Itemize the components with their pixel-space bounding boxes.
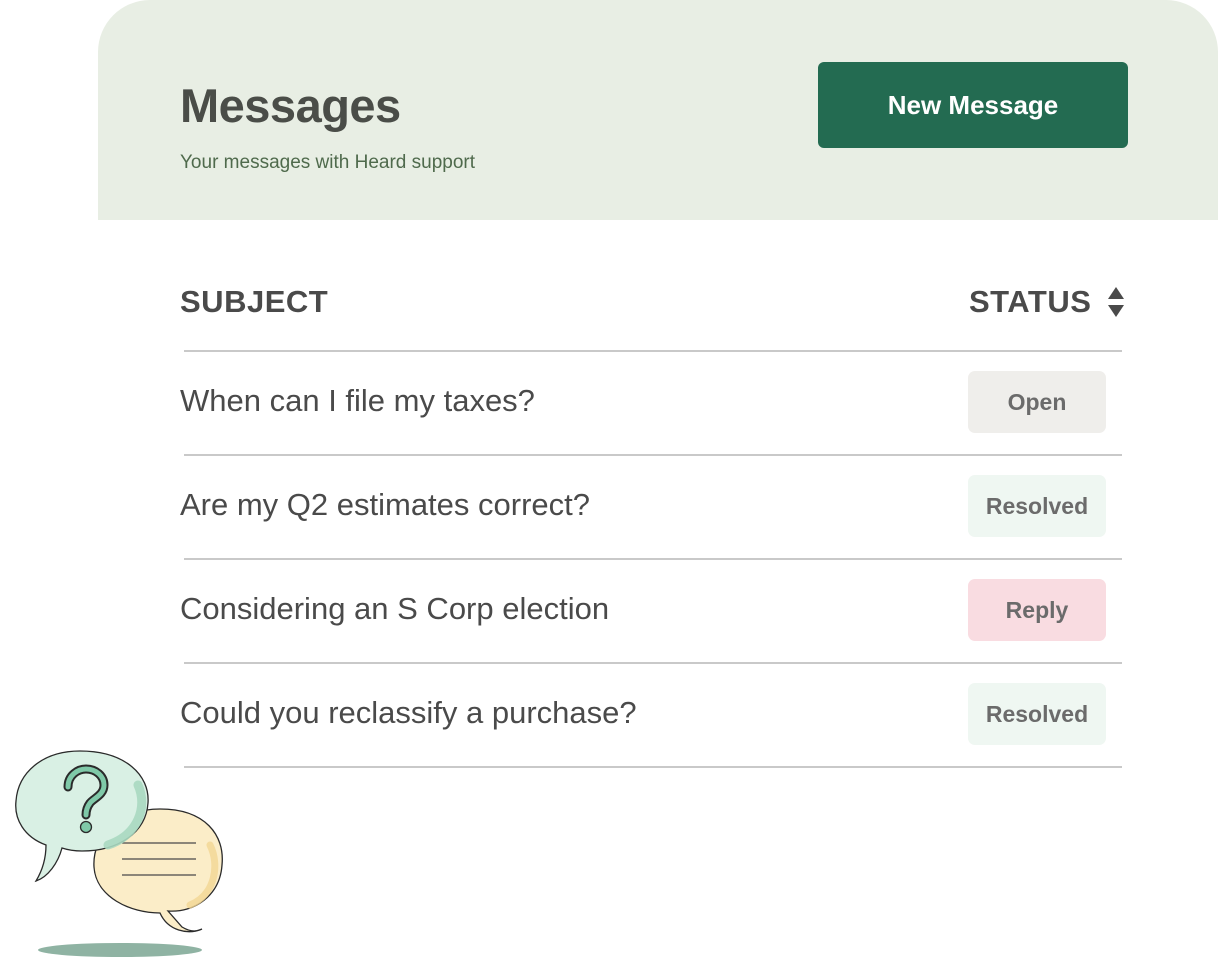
status-badge: Reply	[968, 579, 1106, 641]
table-row[interactable]: Are my Q2 estimates correct? Resolved	[180, 456, 1122, 560]
status-badge: Resolved	[968, 683, 1106, 745]
page-title: Messages	[180, 79, 401, 132]
column-header-subject[interactable]: SUBJECT	[180, 284, 328, 320]
page-subtitle: Your messages with Heard support	[180, 152, 476, 173]
messages-page: Messages Your messages with Heard suppor…	[0, 0, 1218, 974]
table-header: SUBJECT STATUS	[180, 262, 1124, 352]
status-badge: Open	[968, 371, 1106, 433]
message-subject[interactable]: Are my Q2 estimates correct?	[180, 487, 590, 523]
table-row[interactable]: Considering an S Corp election Reply	[180, 560, 1122, 664]
new-message-button[interactable]: New Message	[818, 62, 1128, 148]
message-subject[interactable]: When can I file my taxes?	[180, 383, 535, 419]
messages-header: Messages Your messages with Heard suppor…	[98, 0, 1218, 220]
table-row[interactable]: Could you reclassify a purchase? Resolve…	[180, 664, 1122, 768]
sort-up-down-icon[interactable]	[1106, 285, 1126, 319]
status-badge: Resolved	[968, 475, 1106, 537]
message-subject[interactable]: Could you reclassify a purchase?	[180, 695, 637, 731]
messages-table: SUBJECT STATUS When can I file my taxes?…	[180, 262, 1125, 768]
message-subject[interactable]: Considering an S Corp election	[180, 591, 609, 627]
chat-bubbles-question-icon	[15, 750, 223, 957]
table-row[interactable]: When can I file my taxes? Open	[180, 352, 1122, 456]
column-header-status[interactable]: STATUS	[969, 284, 1091, 320]
